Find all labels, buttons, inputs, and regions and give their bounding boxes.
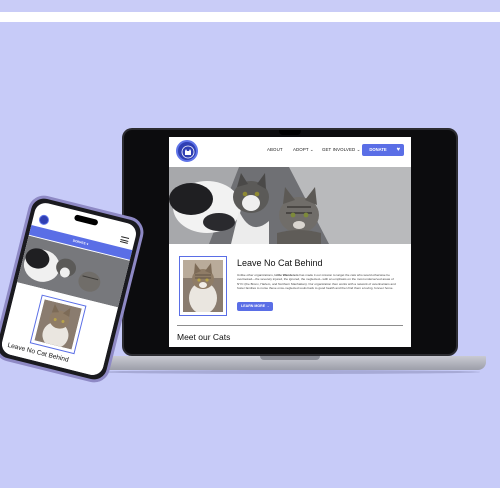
arrow-right-icon: → <box>266 304 270 308</box>
nav-get-involved-label: GET INVOLVED <box>322 147 356 152</box>
hero-carousel[interactable] <box>169 167 411 244</box>
nav-adopt[interactable]: ADOPT ⌄ <box>293 147 314 153</box>
cat-logo-icon[interactable] <box>37 213 51 226</box>
intro-section: Leave No Cat Behind Unlike other organiz… <box>169 244 411 322</box>
intro-paragraph: Unlike other organizations, Little Wande… <box>237 273 401 291</box>
phone-featured-cat-photo <box>29 294 87 355</box>
laptop-base <box>94 356 486 370</box>
donate-button[interactable]: DONATE ♥ <box>362 144 404 156</box>
camera-notch <box>279 130 301 135</box>
nav-adopt-label: ADOPT <box>293 147 309 152</box>
donate-label: DONATE <box>369 147 387 152</box>
laptop-hinge-notch <box>260 356 320 360</box>
hero-cats-photo <box>169 167 411 244</box>
laptop-shadow <box>100 370 480 374</box>
learn-more-label: LEARN MORE <box>241 304 266 308</box>
carousel-indicators <box>280 237 294 244</box>
chevron-down-icon: ⌄ <box>356 147 361 152</box>
bottom-stripe <box>0 488 500 500</box>
mockup-stage: ABOUT ADOPT ⌄ GET INVOLVED ⌄ DONATE ♥ Le… <box>0 0 500 500</box>
top-stripe <box>0 0 500 12</box>
site-navbar: ABOUT ADOPT ⌄ GET INVOLVED ⌄ DONATE ♥ <box>169 137 411 165</box>
laptop-lid: ABOUT ADOPT ⌄ GET INVOLVED ⌄ DONATE ♥ Le… <box>122 128 458 356</box>
hamburger-menu-icon[interactable] <box>119 236 130 245</box>
meet-heading: Meet our Cats <box>177 332 231 342</box>
dynamic-island <box>73 214 99 226</box>
tabby-kitten-image <box>183 260 223 312</box>
nav-about[interactable]: ABOUT <box>267 147 283 152</box>
intro-title: Leave No Cat Behind <box>237 258 323 268</box>
heart-icon: ♥ <box>86 241 89 247</box>
phone-donate-label: DONATE <box>72 238 87 246</box>
section-divider <box>177 325 403 326</box>
heart-icon: ♥ <box>396 147 400 153</box>
laptop-screen: ABOUT ADOPT ⌄ GET INVOLVED ⌄ DONATE ♥ Le… <box>169 137 411 347</box>
learn-more-button[interactable]: LEARN MORE → <box>237 302 273 311</box>
chevron-down-icon: ⌄ <box>309 147 314 152</box>
phone-tabby-kitten-image <box>34 299 82 350</box>
org-name: Little Wanderers <box>274 273 299 277</box>
intro-text-a: Unlike other organizations, <box>237 273 275 277</box>
nav-get-involved[interactable]: GET INVOLVED ⌄ <box>322 147 360 153</box>
featured-cat-photo <box>179 256 227 316</box>
cat-logo-icon[interactable] <box>176 140 198 162</box>
